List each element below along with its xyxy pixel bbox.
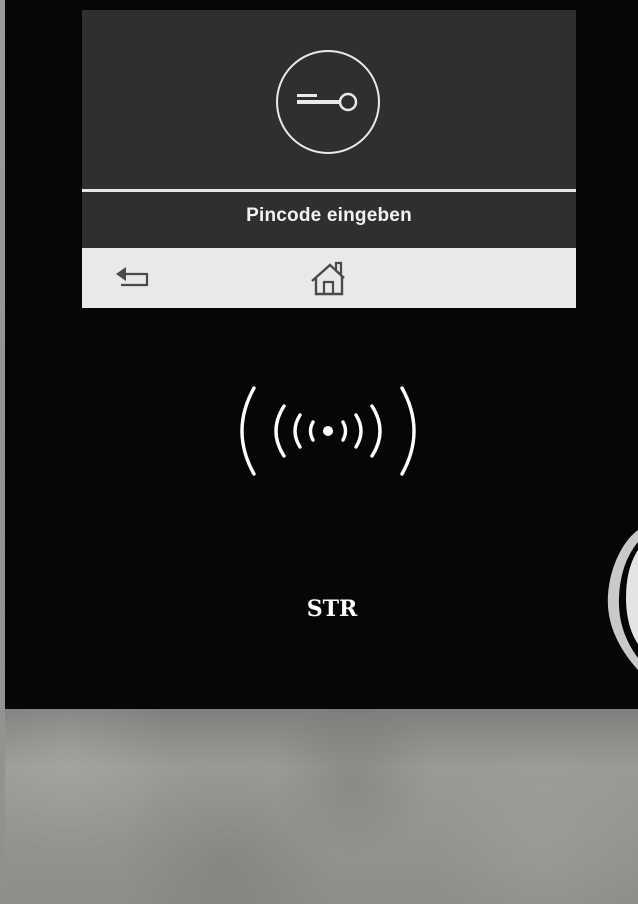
home-button[interactable]	[300, 248, 356, 308]
brand-logo: STR	[300, 591, 364, 623]
back-arrow-icon	[116, 267, 149, 287]
key-icon	[297, 92, 358, 112]
home-icon	[311, 261, 345, 296]
key-button[interactable]	[276, 50, 380, 154]
screen-nav-bar	[82, 248, 576, 308]
rfid-reader[interactable]	[228, 380, 428, 480]
concrete-wall	[5, 709, 638, 904]
door-station-scene: Pincode eingeben STR	[0, 0, 638, 904]
screen-title: Pincode eingeben	[246, 205, 412, 226]
touch-screen: Pincode eingeben	[82, 10, 576, 308]
logo-text: STR	[307, 596, 358, 622]
rfid-wireless-icon	[240, 386, 416, 476]
door-handle	[607, 530, 638, 670]
back-button[interactable]	[104, 248, 160, 308]
screen-divider	[82, 189, 576, 192]
